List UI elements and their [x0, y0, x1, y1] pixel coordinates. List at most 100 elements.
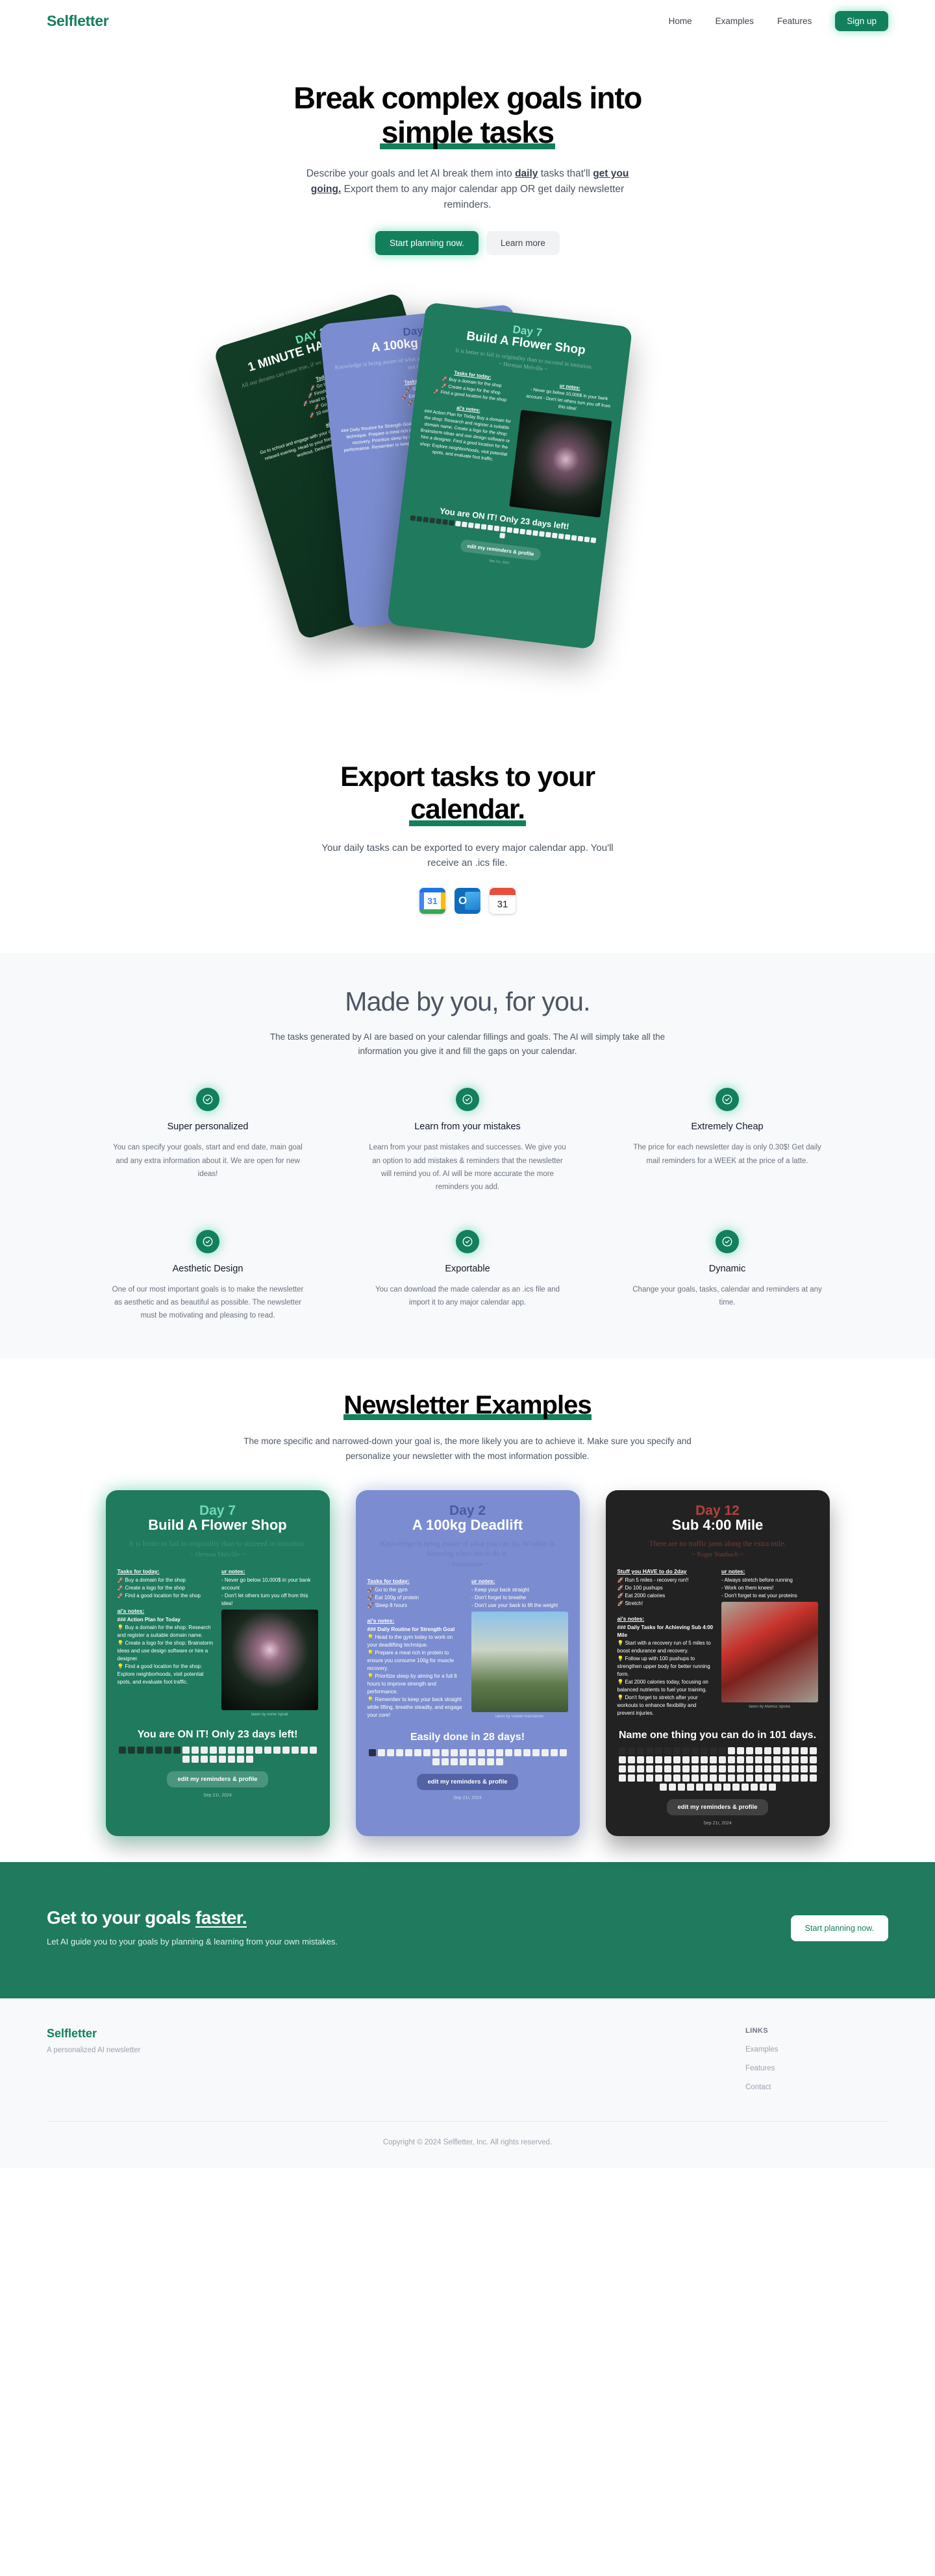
progress-box — [745, 1765, 753, 1773]
progress-box — [480, 524, 487, 530]
learn-more-button[interactable]: Learn more — [486, 231, 560, 256]
newsletter-ai-note: 💡 Don't forget to stretch after your work… — [617, 1695, 698, 1717]
progress-box — [450, 1758, 458, 1766]
progress-box — [209, 1747, 217, 1754]
progress-box — [668, 1784, 676, 1791]
footer-link-examples[interactable]: Examples — [745, 2046, 888, 2054]
progress-box — [809, 1765, 817, 1773]
start-planning-button[interactable]: Start planning now. — [375, 231, 479, 256]
feature-card: Aesthetic Design One of our most importan… — [91, 1229, 325, 1322]
progress-box — [718, 1765, 726, 1773]
cta-title: Get to your goals faster. — [47, 1907, 247, 1928]
progress-box — [691, 1765, 699, 1773]
progress-box — [691, 1774, 699, 1782]
stack-card-notes: ### Action Plan for Today Buy a domain f… — [419, 409, 512, 462]
progress-box — [759, 1784, 767, 1791]
progress-box — [477, 1758, 485, 1766]
progress-box — [236, 1747, 244, 1754]
check-circle-icon — [716, 1229, 739, 1253]
progress-box — [155, 1747, 162, 1754]
progress-box — [550, 1749, 558, 1757]
newsletter-ai-notes-header: ai's notes: — [617, 1615, 645, 1623]
progress-box — [682, 1765, 690, 1773]
progress-box — [700, 1756, 708, 1764]
newsletter-quote: There are no traffic jams along the extr… — [617, 1539, 818, 1559]
flower-photo — [221, 1610, 318, 1711]
progress-box — [118, 1747, 126, 1754]
progress-box — [773, 1756, 780, 1764]
progress-box — [218, 1747, 226, 1754]
progress-box — [282, 1747, 290, 1754]
export-title: Export tasks to your calendar. — [240, 761, 695, 826]
outlook-calendar-icon: O — [455, 887, 480, 914]
progress-box — [664, 1765, 671, 1773]
progress-box — [416, 516, 423, 522]
progress-box — [442, 519, 449, 525]
progress-box — [505, 1749, 512, 1757]
stack-card-tasks: Tasks for today: 🚀 Buy a domain for the … — [412, 367, 518, 506]
progress-box — [564, 534, 571, 541]
progress-box — [486, 1758, 494, 1766]
progress-box — [245, 1756, 253, 1763]
progress-box — [645, 1756, 653, 1764]
cta-start-planning-button[interactable]: Start planning now. — [790, 1915, 888, 1942]
progress-box — [468, 1749, 476, 1757]
newsletter-title: A 100kg Deadlift — [412, 1517, 523, 1534]
progress-box — [764, 1765, 771, 1773]
car-photo — [721, 1602, 818, 1703]
newsletter-task: 🚀 Run 5 miles - recovery run!! — [617, 1577, 689, 1584]
progress-box — [584, 536, 590, 543]
progress-box — [618, 1747, 626, 1755]
newsletter-quote: Knowledge is being aware of what you can… — [368, 1539, 568, 1569]
progress-box — [709, 1756, 717, 1764]
newsletter-ai-note: 💡 Head to the gym today to work on your d… — [367, 1634, 453, 1649]
progress-box — [514, 1749, 521, 1757]
footer-link-features[interactable]: Features — [745, 2065, 888, 2072]
progress-box — [500, 526, 506, 532]
progress-box — [191, 1747, 199, 1754]
progress-box — [255, 1747, 262, 1754]
newsletter-ur-note: - Don't forget to breathe — [471, 1595, 527, 1601]
cta-text: Get to your goals faster. Let AI guide y… — [47, 1907, 338, 1949]
newsletter-task: 🚀 Sleep 8 hours — [367, 1602, 407, 1609]
progress-box — [700, 1774, 708, 1782]
brand-logo[interactable]: Selfletter — [47, 12, 109, 30]
footer-links-block: LINKS Examples Features Contact — [745, 2027, 888, 2091]
progress-box — [714, 1784, 721, 1791]
sign-up-button[interactable]: Sign up — [835, 10, 888, 31]
progress-box — [709, 1774, 717, 1782]
newsletter-ai-notes-header: ai's notes: — [367, 1617, 395, 1625]
progress-box — [227, 1747, 235, 1754]
progress-box — [545, 532, 551, 538]
newsletter-right-column: ur notes: - Never go below 10,000$ in you… — [221, 1568, 318, 1717]
newsletter-task: 🚀 Buy a domain for the shop — [117, 1577, 186, 1584]
nav-link-examples[interactable]: Examples — [716, 16, 754, 26]
newsletter-edit-button[interactable]: edit my reminders & profile — [417, 1774, 518, 1791]
progress-box — [486, 1749, 494, 1757]
made-by-you-title: Made by you, for you. — [345, 986, 590, 1016]
nav-link-home[interactable]: Home — [669, 16, 692, 26]
export-title-line2: calendar. — [410, 794, 525, 826]
newsletter-left-column: Tasks for today: 🚀 Go to the gym 🚀 Eat 100g … — [368, 1578, 464, 1719]
newsletter-date: Sep 21r, 2024 — [703, 1821, 732, 1826]
newsletter-ur-note: - Don't let others turn you off from thi… — [221, 1593, 308, 1607]
footer-copyright: Copyright © 2024 Selfletter, Inc. All ri… — [382, 2139, 553, 2147]
progress-box — [449, 520, 455, 526]
progress-box — [405, 1749, 412, 1757]
newsletter-quote-author: ~ Roger Staubach ~ — [692, 1551, 743, 1559]
calendar-app-icons: 31 O 31 — [0, 887, 935, 914]
footer-link-contact[interactable]: Contact — [745, 2083, 888, 2091]
footer: Selfletter A personalized AI newsletter … — [0, 1998, 935, 2169]
newsletter-task: 🚀 Create a logo for the shop — [117, 1585, 185, 1591]
newsletter-edit-button[interactable]: edit my reminders & profile — [167, 1771, 268, 1788]
progress-box — [673, 1756, 680, 1764]
progress-box — [659, 1784, 667, 1791]
nav-link-features[interactable]: Features — [777, 16, 812, 26]
newsletter-ai-note: 💡 Prioritize sleep by aiming for a full 8… — [367, 1673, 457, 1695]
progress-box — [782, 1756, 790, 1764]
newsletter-ai-note: 💡 Follow up with 100 pushups to strengthe… — [617, 1656, 710, 1678]
hero-buttons: Start planning now. Learn more — [0, 231, 935, 256]
hero-subtitle: Describe your goals and let AI break the… — [299, 166, 636, 213]
feature-description: You can specify your goals, start and en… — [113, 1144, 303, 1178]
newsletter-edit-button[interactable]: edit my reminders & profile — [667, 1799, 768, 1816]
